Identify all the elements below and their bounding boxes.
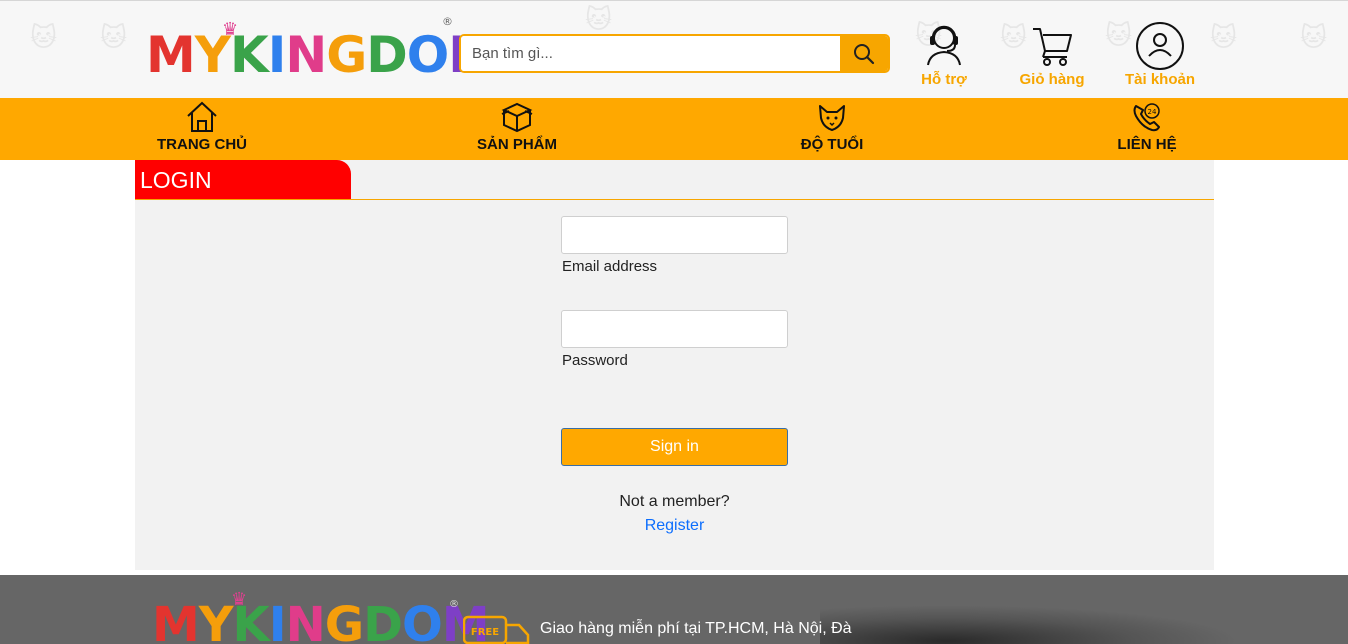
home-icon [187,101,217,132]
nav-label-contact: LIÊN HỆ [1117,136,1177,153]
cart-button[interactable]: Giỏ hàng [1007,21,1097,97]
search-input[interactable] [461,36,841,71]
svg-text:24: 24 [1148,108,1157,116]
login-panel: LOGIN Email address Password Sign in Not… [135,160,1214,570]
nav-label-products: SẢN PHẨM [476,136,557,153]
truck-icon: FREE [463,615,530,644]
footer-background-art [820,605,1240,644]
box-icon [501,102,533,133]
support-label: Hỗ trợ [921,71,967,88]
email-label: Email address [562,258,658,275]
nav-item-age[interactable]: ĐỘ TUỔI [732,98,932,160]
footer-logo[interactable]: MYKINGDOM [152,597,490,644]
brand-logo[interactable]: ♛ MYKINGDOM ® [146,15,498,85]
nav-item-products[interactable]: SẢN PHẨM [417,98,617,160]
account-label: Tài khoản [1124,71,1195,88]
password-label: Password [562,352,628,369]
search-icon [854,43,875,64]
support-button[interactable]: Hỗ trợ [899,21,989,97]
login-tab: LOGIN [135,160,351,199]
account-button[interactable]: Tài khoản [1115,21,1205,97]
not-member-text: Not a member? [619,493,730,510]
free-shipping-text: Giao hàng miễn phí tại TP.HCM, Hà Nội, Đ… [540,620,852,637]
phone-24-icon: 24 [1133,103,1160,132]
main-nav: TRANG CHỦ SẢN PHẨM ĐỘ TUỔI 24 LIÊN HỆ [0,98,1348,160]
cart-label: Giỏ hàng [1019,71,1085,88]
cart-icon [1033,28,1072,66]
nav-label-age: ĐỘ TUỔI [800,136,864,153]
tab-divider [135,199,1214,200]
register-link[interactable]: Register [561,517,788,535]
registered-mark: ® [442,15,453,28]
support-headset-icon [927,25,961,66]
logo-wordmark: MYKINGDOM [146,26,498,84]
site-header: 🐱🐱 🐱🐱 🐱🐱 🐱🐱 ♛ MYKINGDOM ® Hỗ trợ [0,0,1348,98]
nav-item-home[interactable]: TRANG CHỦ [102,98,302,160]
fox-face-icon [819,105,845,131]
site-footer: ♛ MYKINGDOM ® FREE Giao hàng miễn phí tạ… [0,575,1348,644]
email-field[interactable] [561,216,788,254]
nav-label-home: TRANG CHỦ [157,136,247,153]
sign-in-button[interactable]: Sign in [561,428,788,466]
footer-registered-mark: ® [449,599,459,610]
account-icon [1136,22,1184,70]
nav-item-contact[interactable]: 24 LIÊN HỆ [1047,98,1247,160]
free-badge-text: FREE [471,627,499,638]
search-button[interactable] [840,36,888,71]
search-bar [459,34,890,73]
password-field[interactable] [561,310,788,348]
